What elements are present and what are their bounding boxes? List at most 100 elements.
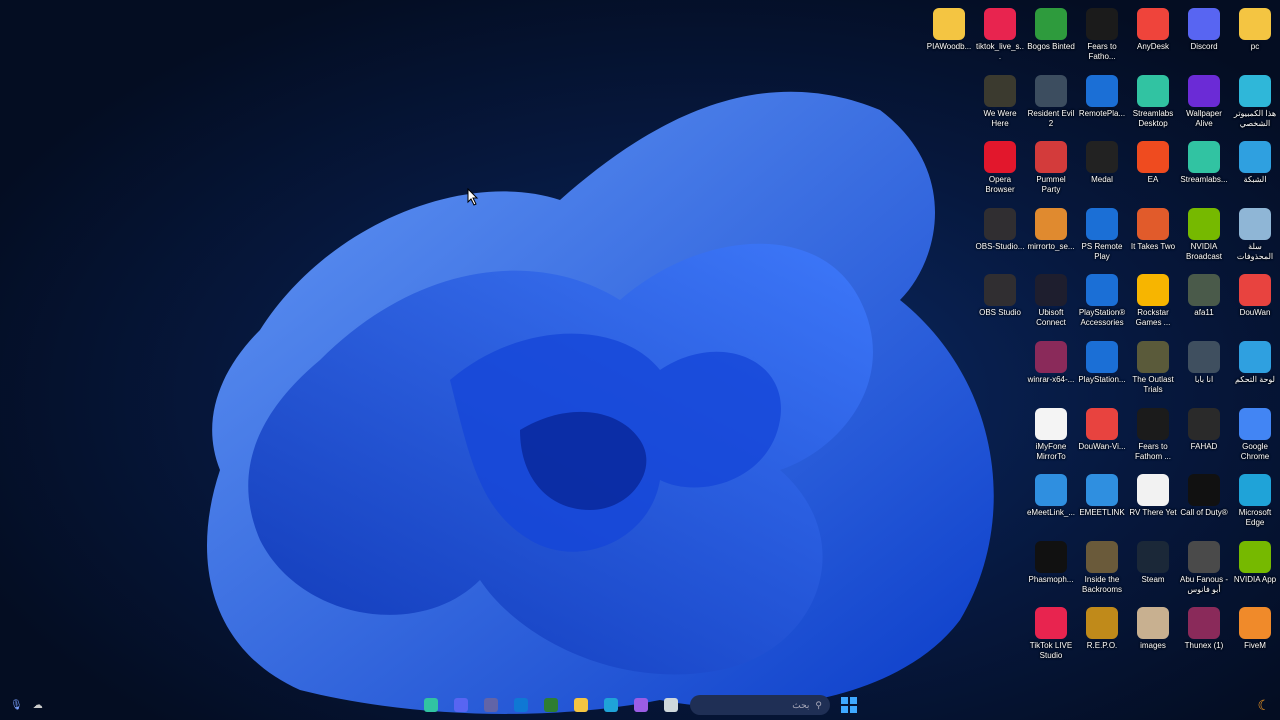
desktop-icon-label: Thunex (1)	[1184, 641, 1224, 651]
start-button[interactable]	[838, 694, 860, 716]
desktop-icon-label: Phasmoph...	[1028, 574, 1074, 584]
taskbar-app-button[interactable]	[480, 694, 502, 716]
desktop-icon[interactable]: NVIDIA App	[1230, 537, 1280, 585]
desktop-icon[interactable]: PS Remote Play	[1077, 204, 1127, 262]
taskbar-app-button[interactable]	[600, 694, 622, 716]
cloud-icon[interactable]: ☁	[33, 700, 43, 711]
desktop-icon[interactable]: PIAWoodb...	[924, 4, 974, 52]
desktop-icon[interactable]: هذا الكمبيوتر الشخصي	[1230, 71, 1280, 129]
desktop-icon[interactable]: Thunex (1)	[1179, 603, 1229, 651]
desktop-icon[interactable]: Call of Duty®	[1179, 470, 1229, 518]
taskbar-app-button[interactable]	[660, 694, 682, 716]
desktop-icon[interactable]: الشبكة	[1230, 137, 1280, 185]
desktop-icon[interactable]: TikTok LIVE Studio	[1026, 603, 1076, 661]
desktop-icon[interactable]: images	[1128, 603, 1178, 651]
desktop-icon[interactable]: Resident Evil 2	[1026, 71, 1076, 129]
desktop-icon[interactable]: Abu Fanous - أبو فانوس	[1179, 537, 1229, 595]
desktop-icon[interactable]: Rockstar Games ...	[1128, 270, 1178, 328]
desktop-icon[interactable]: tiktok_live_s...	[975, 4, 1025, 62]
desktop-icon[interactable]: Opera Browser	[975, 137, 1025, 195]
taskbar-app-button[interactable]	[510, 694, 532, 716]
ubisoft-icon	[1035, 274, 1067, 307]
winrar-icon	[1188, 607, 1220, 640]
desktop-icon[interactable]: RV There Yet	[1128, 470, 1178, 518]
desktop-icon[interactable]: The Outlast Trials	[1128, 337, 1178, 395]
taskbar-app-button[interactable]	[630, 694, 652, 716]
desktop-icon[interactable]: R.E.P.O.	[1077, 603, 1127, 651]
desktop-icon[interactable]: pc	[1230, 4, 1280, 52]
desktop-icon-label: Resident Evil 2	[1027, 108, 1075, 128]
alien-icon	[1035, 8, 1067, 40]
desktop-icon[interactable]: Discord	[1179, 4, 1229, 52]
desktop-icon[interactable]: DouWan-Vi...	[1077, 404, 1127, 452]
desktop-icon[interactable]: Steam	[1128, 537, 1178, 585]
copilot-icon	[634, 698, 648, 712]
desktop-icon[interactable]: PlayStation® Accessories	[1077, 270, 1127, 328]
desktop-icon[interactable]: لوحة التحكم	[1230, 337, 1280, 385]
tiktok-icon	[1035, 607, 1067, 640]
desktop-icon-label: Ubisoft Connect	[1036, 308, 1066, 328]
desktop-icon[interactable]: iMyFone MirrorTo	[1026, 404, 1076, 462]
desktop-icon[interactable]: EMEETLINK	[1077, 470, 1127, 518]
steam-icon	[1137, 540, 1169, 573]
desktop-icon-label: Microsoft Edge	[1238, 508, 1272, 528]
desktop-icon[interactable]: انا بابا	[1179, 337, 1229, 385]
desktop-icon[interactable]: DouWan	[1230, 270, 1280, 318]
desktop-icon[interactable]: سلة المحذوفات	[1230, 204, 1280, 262]
desktop-icon[interactable]: Medal	[1077, 137, 1127, 185]
store-icon	[544, 698, 558, 712]
desktop-icon-label: mirrorto_se...	[1027, 241, 1075, 251]
desktop-icon[interactable]: AnyDesk	[1128, 4, 1178, 52]
teams-icon	[484, 698, 498, 712]
monitor-icon	[1239, 74, 1271, 107]
taskbar-app-button[interactable]	[540, 694, 562, 716]
desktop-icon[interactable]: afa11	[1179, 270, 1229, 318]
taskbar-app-button[interactable]	[450, 694, 472, 716]
desktop-icon[interactable]: Bogos Binted	[1026, 4, 1076, 52]
desktop-icon[interactable]: Google Chrome	[1230, 404, 1280, 462]
desktop-icon[interactable]: Phasmoph...	[1026, 537, 1076, 585]
puzzle-icon	[1035, 207, 1067, 240]
desktop-icon[interactable]: EA	[1128, 137, 1178, 185]
desktop-icon[interactable]: RemotePla...	[1077, 71, 1127, 119]
desktop-icon[interactable]: Pummel Party	[1026, 137, 1076, 195]
chrome-icon	[1239, 407, 1271, 440]
cod-icon	[1188, 474, 1220, 507]
search-box[interactable]: بحث ⚲	[690, 695, 830, 715]
desktop-icon[interactable]: PlayStation...	[1077, 337, 1127, 385]
desktop-icon[interactable]: OBS Studio	[975, 270, 1025, 318]
desktop-icon[interactable]: We Were Here	[975, 71, 1025, 129]
desktop-icon[interactable]: Microsoft Edge	[1230, 470, 1280, 528]
desktop-icon[interactable]: eMeetLink_...	[1026, 470, 1076, 518]
winrar-icon	[1035, 341, 1067, 373]
desktop-icon-label: PIAWoodb...	[926, 42, 972, 51]
desktop[interactable]: PIAWoodb... tiktok_live_s... Bogos Binted F…	[0, 0, 1280, 720]
phasmo-icon	[1035, 540, 1067, 573]
microphone-icon[interactable]: 🎙	[10, 700, 23, 711]
image-icon	[1188, 341, 1220, 373]
taskbar-app-button[interactable]	[570, 694, 592, 716]
discord-icon	[1188, 8, 1220, 40]
weather-icon[interactable]: ☾	[1257, 697, 1270, 714]
desktop-icon-label: EA	[1147, 175, 1159, 185]
desktop-icon[interactable]: Streamlabs...	[1179, 137, 1229, 185]
taskbar-left-tray: 🎙 ☁	[10, 690, 43, 720]
desktop-icon[interactable]: Wallpaper Alive	[1179, 71, 1229, 129]
desktop-icon[interactable]: Streamlabs Desktop	[1128, 71, 1178, 129]
desktop-icon[interactable]: Fears to Fathom ...	[1128, 404, 1178, 462]
desktop-icon[interactable]: FAHAD	[1179, 404, 1229, 452]
desktop-icon[interactable]: It Takes Two	[1128, 204, 1178, 252]
desktop-icon[interactable]: Fears to Fatho...	[1077, 4, 1127, 62]
desktop-icon[interactable]: OBS-Studio...	[975, 204, 1025, 252]
desktop-icon[interactable]: Ubisoft Connect	[1026, 270, 1076, 328]
ea-icon	[1137, 141, 1169, 174]
desktop-icon[interactable]: winrar-x64-...	[1026, 337, 1076, 385]
taskbar-app-button[interactable]	[420, 694, 442, 716]
desktop-icon[interactable]: mirrorto_se...	[1026, 204, 1076, 252]
wa-icon	[1188, 74, 1220, 107]
desktop-icon[interactable]: Inside the Backrooms	[1077, 537, 1127, 595]
control-panel-icon	[1239, 341, 1271, 373]
desktop-icon[interactable]: NVIDIA Broadcast	[1179, 204, 1229, 262]
desktop-icon-label: eMeetLink_...	[1026, 508, 1076, 518]
desktop-icon[interactable]: FiveM	[1230, 603, 1280, 651]
